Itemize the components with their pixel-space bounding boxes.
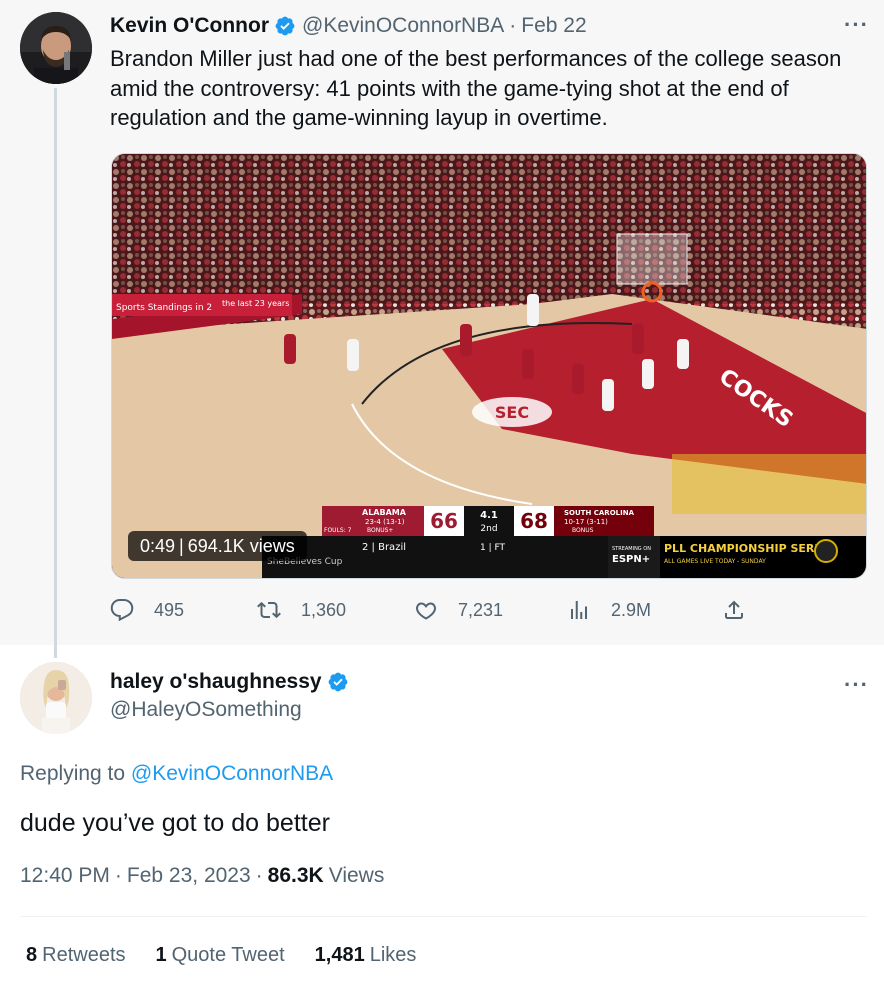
quotes-count: 1: [155, 944, 167, 966]
tweet-full-date[interactable]: Feb 23, 2023: [127, 864, 251, 888]
replying-prefix: Replying to: [20, 762, 131, 785]
reply-text: dude you’ve got to do better: [20, 809, 330, 837]
tweet-time[interactable]: 12:40 PM: [20, 864, 110, 888]
away-record: 23-4 (13-1): [365, 518, 405, 526]
tweet-actions: 495 1,360 7,231 2.9M: [110, 598, 760, 628]
like-count: 7,231: [458, 599, 504, 620]
ticker-right: 1 | FT: [480, 543, 505, 553]
home-score: 68: [520, 509, 548, 533]
game-period: 2nd: [480, 524, 497, 534]
retweet-button[interactable]: 1,360: [257, 598, 346, 622]
streaming-label: STREAMING ON: [612, 546, 651, 552]
ad-sub: ALL GAMES LIVE TODAY - SUNDAY: [664, 558, 766, 565]
avatar-haley[interactable]: [20, 662, 92, 734]
verified-badge-icon: [328, 672, 347, 692]
retweets-label: Retweets: [42, 944, 126, 966]
likes-stat[interactable]: 1,481 Likes: [315, 944, 417, 967]
video-player[interactable]: SEC COCKS Sports Standings in 2 the last…: [111, 153, 867, 579]
share-icon: [725, 600, 743, 619]
away-score: 66: [430, 509, 458, 533]
author-name[interactable]: Kevin O'Connor: [110, 14, 269, 38]
banner-text: Sports Standings in 2: [116, 303, 212, 313]
away-bonus: BONUS+: [367, 527, 393, 534]
likes-count: 1,481: [314, 944, 365, 966]
like-button[interactable]: 7,231: [414, 598, 503, 622]
reply-button[interactable]: 495: [110, 598, 184, 622]
retweet-count: 1,360: [301, 599, 347, 620]
retweets-stat[interactable]: 8 Retweets: [26, 944, 126, 967]
video-duration: 0:49: [140, 536, 176, 556]
reply-author-row: haley o'shaughnessy: [110, 668, 355, 696]
avatar-kevin[interactable]: [20, 12, 92, 84]
parent-author-row: Kevin O'Connor @KevinOConnorNBA · Feb 22: [110, 12, 587, 40]
reply-author-handle[interactable]: @HaleyOSomething: [110, 698, 302, 722]
reply-count: 495: [154, 599, 185, 620]
reply-author-name[interactable]: haley o'shaughnessy: [110, 670, 322, 694]
thread-line: [54, 88, 57, 658]
share-button[interactable]: [722, 598, 766, 622]
video-info-badge: 0:49 | 694.1K views: [128, 531, 307, 561]
court-logo: SEC: [495, 403, 529, 422]
views-icon: [571, 601, 587, 619]
tweet-text: Brandon Miller just had one of the best …: [110, 46, 842, 130]
divider: [20, 916, 867, 917]
avatar-haley-image: [20, 662, 92, 734]
avatar-kevin-image: [20, 12, 92, 84]
replying-to-link[interactable]: @KevinOConnorNBA: [131, 762, 333, 785]
tweet-stats: 8 Retweets 1 Quote Tweet 1,481 Likes: [26, 944, 446, 967]
network-label: ESPN+: [612, 554, 650, 565]
video-views: 694.1K views: [187, 536, 295, 556]
reply-icon: [110, 599, 134, 622]
video-separator: |: [179, 536, 184, 556]
ticker-left: 2 | Brazil: [362, 542, 406, 553]
views-count: 86.3K: [267, 864, 324, 887]
meta-dot: ·: [114, 864, 122, 887]
views-button[interactable]: 2.9M: [567, 598, 651, 622]
tweet-meta: 12:40 PM · Feb 23, 2023 · 86.3K Views: [20, 864, 384, 888]
banner-text-2: the last 23 years: [222, 299, 289, 308]
home-team: SOUTH CAROLINA: [564, 509, 635, 517]
video-frame: SEC COCKS Sports Standings in 2 the last…: [112, 154, 866, 578]
retweet-icon: [257, 601, 281, 619]
ad-title: PLL CHAMPIONSHIP SERIES: [664, 542, 834, 555]
more-icon[interactable]: ···: [844, 672, 869, 698]
home-bonus: BONUS: [572, 527, 594, 534]
game-clock: 4.1: [480, 510, 498, 521]
views-label: Views: [328, 864, 385, 887]
replying-to: Replying to @KevinOConnorNBA: [20, 762, 333, 786]
dot-separator: ·: [509, 14, 517, 37]
quotes-stat[interactable]: 1 Quote Tweet: [156, 944, 285, 967]
away-fouls: FOULS: 7: [324, 527, 352, 534]
meta-dot: ·: [255, 864, 263, 887]
views-count: 2.9M: [611, 599, 652, 620]
tweet-date[interactable]: Feb 22: [521, 14, 586, 38]
verified-badge-icon: [275, 16, 295, 36]
author-handle[interactable]: @KevinOConnorNBA: [302, 14, 504, 38]
retweets-count: 8: [26, 944, 38, 966]
likes-label: Likes: [369, 944, 417, 966]
home-record: 10-17 (3-11): [564, 518, 608, 526]
like-icon: [415, 602, 437, 620]
quotes-label: Quote Tweet: [171, 944, 285, 966]
away-team: ALABAMA: [362, 508, 407, 517]
more-icon[interactable]: ···: [844, 12, 869, 38]
